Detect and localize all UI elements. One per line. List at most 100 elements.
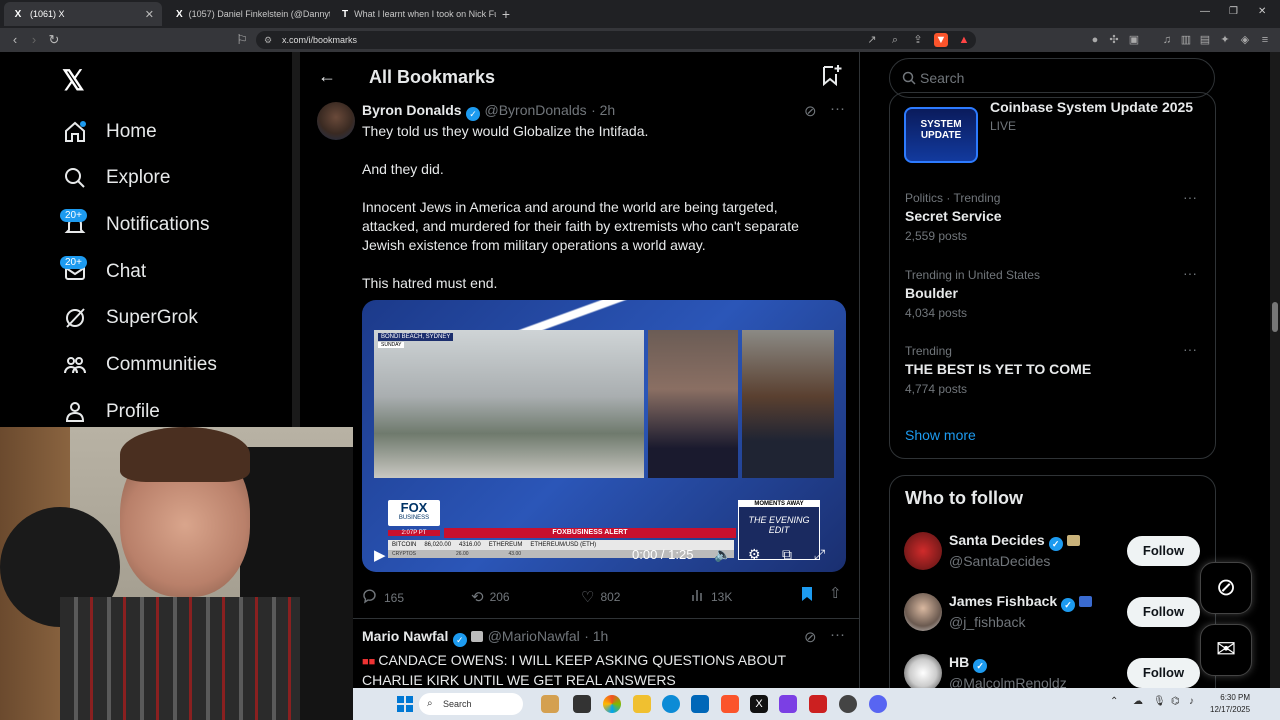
forward-icon[interactable]: › bbox=[26, 32, 42, 48]
volume-icon[interactable]: 🔈 bbox=[714, 546, 731, 563]
volume-icon[interactable]: ♪ bbox=[1189, 696, 1194, 707]
tweet[interactable]: Mario Nawfal ✓ @MarioNawfal · 1h ⊘ ··· ■… bbox=[300, 620, 860, 688]
extension-icon[interactable]: ● bbox=[1088, 33, 1102, 47]
puzzle-icon[interactable]: ✣ bbox=[1107, 33, 1121, 47]
follow-button[interactable]: Follow bbox=[1127, 658, 1200, 688]
windows-start-icon[interactable] bbox=[397, 696, 413, 717]
grok-floating-button[interactable]: ⊘ bbox=[1200, 562, 1252, 614]
nav-profile[interactable]: Profile bbox=[62, 392, 160, 432]
wallet-icon[interactable]: ▤ bbox=[1198, 33, 1212, 47]
share-tweet-icon[interactable]: ⇧ bbox=[829, 584, 842, 602]
leo-icon[interactable]: ✦ bbox=[1218, 33, 1232, 47]
avatar[interactable] bbox=[904, 654, 942, 688]
media-icon[interactable]: ♫ bbox=[1160, 33, 1174, 47]
taskbar-app-icon[interactable] bbox=[541, 695, 559, 713]
browser-tab-active[interactable]: X (1061) X ✕ bbox=[4, 2, 162, 26]
reload-icon[interactable]: ↻ bbox=[46, 32, 62, 48]
bookmark-page-icon[interactable]: ⚐ bbox=[234, 32, 250, 48]
nav-explore[interactable]: Explore bbox=[62, 158, 170, 198]
scrollbar-thumb[interactable] bbox=[1272, 302, 1278, 332]
nav-home[interactable]: Home bbox=[62, 112, 157, 152]
follow-suggestion[interactable]: HB ✓ @MalcolmRenoldz bbox=[949, 654, 1067, 688]
tweet[interactable]: Byron Donalds ✓ @ByronDonalds · 2h ⊘ ···… bbox=[300, 94, 860, 614]
site-info-icon[interactable]: ⚙ bbox=[264, 31, 272, 49]
taskbar-app-icon[interactable] bbox=[839, 695, 857, 713]
close-window-icon[interactable]: ✕ bbox=[1258, 6, 1266, 17]
microphone-icon[interactable]: 🎙 bbox=[1153, 696, 1166, 707]
avatar[interactable] bbox=[904, 532, 942, 570]
live-thumbnail[interactable]: SYSTEM UPDATE bbox=[904, 107, 978, 163]
slack-icon[interactable] bbox=[779, 695, 797, 713]
grok-icon[interactable]: ⊘ bbox=[804, 628, 817, 646]
network-icon[interactable]: ⌬ bbox=[1171, 696, 1180, 707]
back-icon[interactable]: ‹ bbox=[7, 32, 23, 48]
share-icon[interactable]: ⇪ bbox=[911, 33, 925, 47]
page-scrollbar[interactable] bbox=[1270, 52, 1280, 688]
repost-button[interactable]: ⟲ 206 bbox=[471, 588, 510, 606]
close-tab-icon[interactable]: ✕ bbox=[145, 8, 154, 21]
taskbar-search[interactable]: ⌕ Search bbox=[419, 693, 523, 715]
browser-tab[interactable]: T What I learnt when I took on Nick Fu..… bbox=[334, 2, 496, 26]
more-options-icon[interactable]: ··· bbox=[1183, 265, 1197, 281]
tray-overflow-icon[interactable]: ⌃ bbox=[1110, 696, 1118, 707]
discord-icon[interactable] bbox=[869, 695, 887, 713]
browser-tab[interactable]: X (1057) Daniel Finkelstein (@Dannyth... bbox=[168, 2, 330, 26]
more-options-icon[interactable]: ··· bbox=[1183, 341, 1197, 357]
reply-button[interactable]: 165 bbox=[362, 588, 404, 607]
x-logo-icon[interactable]: 𝕏 bbox=[62, 64, 85, 97]
tweet-author-name[interactable]: Mario Nawfal bbox=[362, 628, 448, 644]
tweet-video[interactable]: BONDI BEACH, SYDNEY SUNDAY FOX BUSINESS … bbox=[362, 300, 846, 572]
avatar[interactable] bbox=[904, 593, 942, 631]
more-options-icon[interactable]: ··· bbox=[1183, 189, 1197, 205]
fullscreen-icon[interactable]: ⤢ bbox=[814, 546, 825, 563]
tweet-author-handle[interactable]: @MarioNawfal bbox=[488, 628, 580, 644]
trend-item[interactable]: Trending THE BEST IS YET TO COME 4,774 p… bbox=[905, 344, 1205, 396]
tweet-author-name[interactable]: Byron Donalds bbox=[362, 102, 462, 118]
tweet-author-handle[interactable]: @ByronDonalds bbox=[484, 102, 586, 118]
messages-floating-button[interactable]: ✉ bbox=[1200, 624, 1252, 676]
trend-item[interactable]: Trending in United States Boulder 4,034 … bbox=[905, 268, 1205, 320]
add-bookmark-folder-icon[interactable] bbox=[820, 64, 842, 92]
taskbar-clock[interactable]: 6:30 PM 12/17/2025 bbox=[1210, 692, 1250, 716]
x-app-icon[interactable]: X bbox=[750, 695, 768, 713]
brave-icon[interactable] bbox=[721, 695, 739, 713]
brave-rewards-icon[interactable]: ▲ bbox=[957, 33, 971, 47]
more-options-icon[interactable]: ··· bbox=[830, 100, 845, 117]
maximize-icon[interactable]: ❐ bbox=[1229, 6, 1238, 17]
avatar[interactable] bbox=[317, 102, 355, 140]
menu-icon[interactable]: ≡ bbox=[1258, 33, 1272, 47]
pip-icon[interactable]: ⧉ bbox=[782, 546, 792, 563]
like-button[interactable]: ♡ 802 bbox=[581, 588, 620, 606]
views-button[interactable]: 13K bbox=[691, 588, 732, 605]
screenshot-icon[interactable]: ▣ bbox=[1127, 33, 1141, 47]
tweet-time[interactable]: · 2h bbox=[591, 102, 615, 118]
grok-icon[interactable]: ⊘ bbox=[804, 102, 817, 120]
edge-icon[interactable] bbox=[662, 695, 680, 713]
taskbar-app-icon[interactable] bbox=[573, 695, 591, 713]
nav-supergrok[interactable]: SuperGrok bbox=[62, 298, 198, 338]
tray-cloud-icon[interactable]: ☁ bbox=[1133, 696, 1143, 707]
store-icon[interactable] bbox=[691, 695, 709, 713]
minimize-icon[interactable]: — bbox=[1200, 6, 1210, 17]
new-tab-button[interactable]: + bbox=[498, 2, 514, 26]
brave-shields-icon[interactable]: ▼ bbox=[934, 33, 948, 47]
bookmark-filled-icon[interactable] bbox=[800, 586, 814, 607]
follow-suggestion[interactable]: Santa Decides ✓ @SantaDecides bbox=[949, 532, 1080, 569]
sidebar-icon[interactable]: ▥ bbox=[1179, 33, 1193, 47]
vpn-icon[interactable]: ◈ bbox=[1238, 33, 1252, 47]
trend-item[interactable]: Politics · Trending Secret Service 2,559… bbox=[905, 191, 1205, 243]
play-icon[interactable]: ▶ bbox=[374, 546, 386, 564]
copilot-icon[interactable] bbox=[603, 695, 621, 713]
follow-button[interactable]: Follow bbox=[1127, 536, 1200, 566]
tweet-time[interactable]: · 1h bbox=[584, 628, 608, 644]
follow-button[interactable]: Follow bbox=[1127, 597, 1200, 627]
follow-suggestion[interactable]: James Fishback ✓ @j_fishback bbox=[949, 593, 1092, 630]
file-explorer-icon[interactable] bbox=[633, 695, 651, 713]
show-more-link[interactable]: Show more bbox=[905, 427, 976, 443]
taskbar-app-icon[interactable] bbox=[809, 695, 827, 713]
more-options-icon[interactable]: ··· bbox=[830, 626, 845, 643]
open-external-icon[interactable]: ↗ bbox=[865, 33, 879, 47]
nav-communities[interactable]: Communities bbox=[62, 345, 217, 385]
back-arrow-icon[interactable]: ← bbox=[318, 66, 336, 87]
settings-icon[interactable]: ⚙ bbox=[748, 546, 761, 563]
